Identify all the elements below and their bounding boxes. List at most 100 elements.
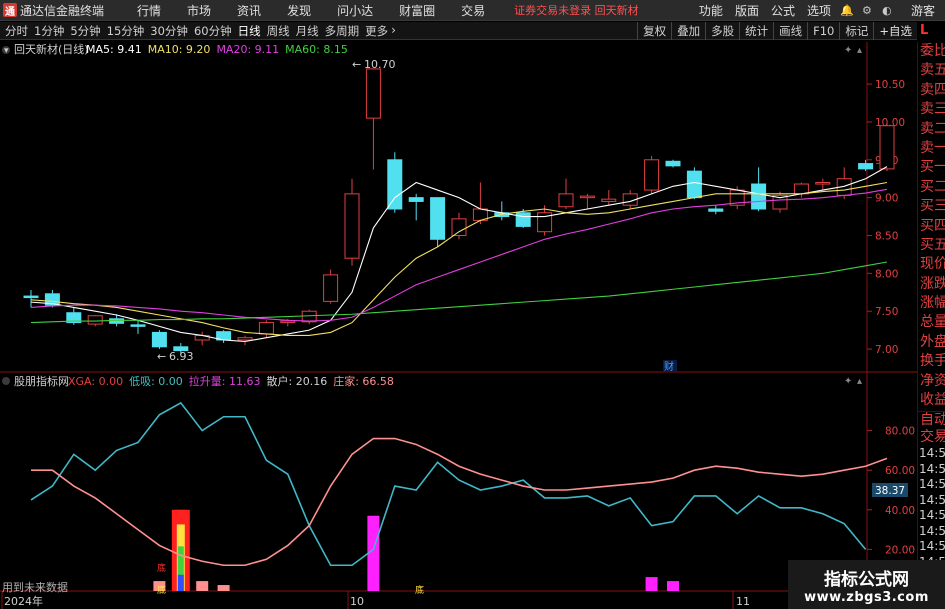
indicator-value-3: 散户: 20.16 bbox=[267, 374, 328, 388]
l-mark[interactable]: L bbox=[920, 23, 928, 38]
indicator-values: XGA: 0.00 低吸: 0.00 拉升量: 11.63 散户: 20.16 庄家: … bbox=[68, 374, 394, 388]
candle-body-10 bbox=[237, 337, 253, 341]
trade-time-1: 14:56 bbox=[919, 461, 945, 476]
sub-collapse-icon[interactable] bbox=[2, 377, 10, 385]
main-menu: 行情 市场 资讯 发现 问小达 财富圈 交易 bbox=[124, 2, 498, 19]
period-tab-8[interactable]: 月线 bbox=[293, 23, 322, 39]
toolbar-btn-5[interactable]: F10 bbox=[807, 22, 839, 40]
scroll-up-icon[interactable]: ▴ bbox=[857, 45, 862, 56]
period-tab-0[interactable]: 分时 bbox=[2, 23, 31, 39]
menu-item-2[interactable]: 资讯 bbox=[224, 2, 274, 19]
period-tab-1[interactable]: 1分钟 bbox=[31, 23, 67, 39]
title-bar: 通 通达信金融终端 行情 市场 资讯 发现 问小达 财富圈 交易 证券交易未登录 回天新材 … bbox=[0, 0, 945, 21]
high-price-label: ← bbox=[352, 58, 361, 71]
price-label-7: 10.50 bbox=[875, 79, 905, 91]
period-tab-6[interactable]: 日线 bbox=[235, 23, 264, 39]
top-menu-item-2[interactable]: 公式 bbox=[765, 2, 801, 19]
current-value-tag: 38.37 bbox=[875, 485, 905, 497]
top-menu-item-0[interactable]: 功能 bbox=[693, 2, 729, 19]
menu-item-6[interactable]: 交易 bbox=[448, 2, 498, 19]
candle-body-6 bbox=[151, 331, 167, 348]
toolbar-btn-4[interactable]: 画线 bbox=[773, 22, 807, 40]
ma-legend-item-1: MA10: 9.20 bbox=[148, 43, 211, 56]
signal-bar-blue bbox=[177, 574, 184, 591]
login-notice[interactable]: 证券交易未登录 回天新材 bbox=[514, 2, 639, 18]
indicator-line-0 bbox=[30, 401, 867, 567]
menu-item-3[interactable]: 发现 bbox=[274, 2, 324, 19]
candle-body-27 bbox=[601, 198, 617, 202]
auto-trade-1[interactable]: 交易 bbox=[918, 429, 945, 446]
bottom-marker-2: 底 bbox=[157, 584, 166, 596]
quote-field-7: 买二 bbox=[920, 178, 945, 195]
period-tabs: 分时 1分钟 5分钟 15分钟 30分钟 60分钟 日线 周线 月线 多周期 更多 › bbox=[0, 23, 396, 39]
candle-body-25 bbox=[558, 193, 574, 208]
bottom-marker-1: 底 bbox=[157, 562, 166, 574]
indicator-line-1 bbox=[31, 437, 888, 567]
quote-field-8: 买三 bbox=[920, 198, 945, 215]
toolbar-btn-7[interactable]: +自选 bbox=[873, 22, 917, 40]
auto-trade-label: 自动 交易 bbox=[918, 412, 945, 446]
candle-body-15 bbox=[344, 193, 360, 259]
candle-body-30 bbox=[665, 160, 681, 167]
indicator-bar-3 bbox=[217, 585, 230, 591]
quote-field-9: 买四 bbox=[920, 217, 945, 234]
price-label-3: 8.50 bbox=[875, 231, 898, 243]
candle-body-20 bbox=[451, 218, 467, 236]
quote-field-14: 总量 bbox=[920, 314, 945, 331]
period-tab-7[interactable]: 周线 bbox=[264, 23, 293, 39]
candle-body-4 bbox=[109, 318, 125, 324]
period-tab-2[interactable]: 5分钟 bbox=[67, 23, 103, 39]
notification-icon[interactable]: 🔔 bbox=[838, 3, 856, 19]
period-tab-5[interactable]: 60分钟 bbox=[191, 23, 235, 39]
menu-item-1[interactable]: 市场 bbox=[174, 2, 224, 19]
candle-body-18 bbox=[408, 197, 424, 202]
finance-marker[interactable]: 财 bbox=[664, 360, 674, 373]
quote-field-0: 委比 bbox=[920, 43, 945, 59]
menu-item-4[interactable]: 问小达 bbox=[324, 2, 386, 19]
theme-icon[interactable]: ◐ bbox=[878, 3, 896, 19]
quote-field-11: 现价 bbox=[920, 256, 945, 273]
period-tab-4[interactable]: 30分钟 bbox=[147, 23, 191, 39]
quote-field-2: 卖四 bbox=[920, 81, 945, 98]
period-tab-9[interactable]: 多周期 bbox=[322, 23, 363, 39]
top-menu-item-1[interactable]: 版面 bbox=[729, 2, 765, 19]
settings-icon[interactable]: ⚙ bbox=[858, 3, 876, 19]
auto-trade-0[interactable]: 自动 bbox=[918, 412, 945, 429]
period-tab-10[interactable]: 更多 bbox=[362, 23, 391, 39]
date-label-2: 10 bbox=[350, 595, 364, 608]
price-label-4: 9.00 bbox=[875, 193, 898, 205]
sub-options-icon[interactable]: ✦ bbox=[844, 376, 852, 387]
quote-field-4: 卖二 bbox=[920, 120, 945, 137]
menu-item-0[interactable]: 行情 bbox=[124, 2, 174, 19]
candle-body-34 bbox=[751, 183, 767, 210]
quote-field-6: 买一 bbox=[920, 159, 945, 176]
stock-chart[interactable]: 7.007.508.008.509.009.5010.0010.50 20.00… bbox=[0, 42, 917, 609]
options-icon[interactable]: ✦ bbox=[844, 45, 852, 56]
candle-body-13 bbox=[301, 310, 317, 323]
indicator-value-1: 低吸: 0.00 bbox=[129, 375, 183, 388]
trade-time-4: 14:56 bbox=[919, 508, 945, 523]
candle-body-14 bbox=[323, 274, 339, 302]
menu-item-5[interactable]: 财富圈 bbox=[386, 2, 448, 19]
collapse-glyph: ▾ bbox=[4, 46, 9, 56]
candle-body-32 bbox=[708, 208, 724, 212]
indicator-bar-2 bbox=[196, 581, 209, 591]
top-menu-item-3[interactable]: 选项 bbox=[801, 2, 837, 19]
toolbar-btn-3[interactable]: 统计 bbox=[739, 22, 773, 40]
date-axis: 2024年 10 11 bbox=[1, 591, 750, 609]
price-label-1: 7.50 bbox=[875, 306, 898, 318]
toolbar-btn-2[interactable]: 多股 bbox=[705, 22, 739, 40]
guest-user[interactable]: 游客 bbox=[897, 2, 945, 19]
quote-field-12: 涨跌 bbox=[920, 275, 945, 292]
ma-legend-item-2: MA20: 9.11 bbox=[216, 43, 279, 56]
quote-field-18: 收益 bbox=[920, 392, 945, 409]
sub-scroll-icon[interactable]: ▴ bbox=[857, 376, 862, 387]
indicator-label-2: 60.00 bbox=[885, 465, 915, 477]
period-tab-3[interactable]: 15分钟 bbox=[104, 23, 148, 39]
app-logo-icon: 通 bbox=[3, 3, 17, 18]
candle-body-5 bbox=[130, 324, 146, 327]
toolbar-btn-1[interactable]: 叠加 bbox=[671, 22, 705, 40]
indicator-value-0: XGA: 0.00 bbox=[68, 375, 123, 388]
toolbar-btn-0[interactable]: 复权 bbox=[637, 22, 671, 40]
toolbar-btn-6[interactable]: 标记 bbox=[839, 22, 873, 40]
